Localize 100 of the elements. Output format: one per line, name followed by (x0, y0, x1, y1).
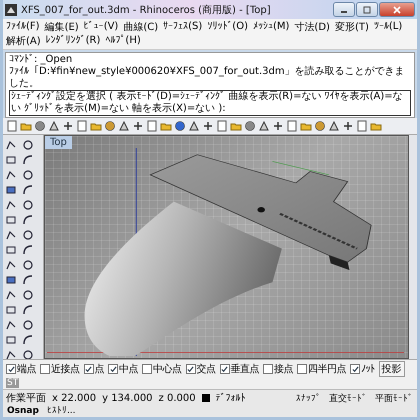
tool-icon[interactable] (22, 199, 34, 211)
command-prompt[interactable]: ｼｪｰﾃﾞｨﾝｸﾞ設定を選択 ( 表示ﾓｰﾄﾞ(D)=ｼｪｰﾃﾞｨﾝｸﾞ 曲線を表示(R)=ない ﾜｲﾔを表示(A)=ない ｸﾞﾘｯﾄﾞを表示(M)=ない 軸を表示(X)=ない ): (9, 90, 411, 116)
minimize-button[interactable] (333, 2, 355, 17)
tool-icon[interactable] (22, 289, 34, 301)
toolbar-icon[interactable] (202, 120, 214, 132)
toolbar-icon[interactable] (328, 120, 340, 132)
tool-icon[interactable] (5, 259, 17, 271)
status-toggle[interactable]: 平面ﾓｰﾄﾞ (374, 392, 414, 404)
toolbar-icon[interactable] (244, 120, 256, 132)
toolbar-icon[interactable] (62, 120, 74, 132)
tool-icon[interactable] (22, 184, 34, 196)
toolbar-icon[interactable] (272, 120, 284, 132)
menu-item[interactable]: 編集(E) (44, 20, 79, 34)
osnap-checkbox[interactable]: ﾉｯﾄ (350, 363, 374, 375)
toolbar-icon[interactable] (314, 120, 326, 132)
osnap-checkbox[interactable]: 四半円点 (297, 362, 346, 376)
menu-item[interactable]: ﾂｰﾙ(L) (374, 20, 402, 34)
layer-name[interactable]: ﾃﾞﾌｫﾙﾄ (216, 392, 246, 404)
toolbar-icon[interactable] (146, 120, 158, 132)
tool-icon[interactable] (5, 304, 17, 316)
tool-icon[interactable] (5, 334, 17, 346)
osnap-checkbox[interactable]: 近接点 (40, 362, 80, 376)
menu-item[interactable]: ﾍﾙﾌﾟ(H) (105, 34, 141, 48)
maximize-button[interactable] (356, 2, 378, 17)
toolbar-icon[interactable] (188, 120, 200, 132)
tool-icon[interactable] (5, 154, 17, 166)
toolbar-icon[interactable] (104, 120, 116, 132)
toolbar-icon[interactable] (34, 120, 46, 132)
menu-item[interactable]: 変形(T) (334, 20, 369, 34)
tool-icon[interactable] (5, 349, 17, 361)
toolbar-icon[interactable] (342, 120, 354, 132)
toolbar-icon[interactable] (48, 120, 60, 132)
osnap-checkbox[interactable]: 中点 (108, 362, 138, 376)
tool-icon[interactable] (22, 139, 34, 151)
tool-icon[interactable] (5, 229, 17, 241)
checkbox[interactable] (297, 364, 307, 374)
tool-icon[interactable] (22, 304, 34, 316)
tool-icon[interactable] (5, 169, 17, 181)
tool-icon[interactable] (5, 319, 17, 331)
osnap-checkbox[interactable]: 中心点 (142, 362, 182, 376)
checkbox[interactable] (108, 364, 118, 374)
checkbox[interactable] (350, 364, 360, 374)
tool-icon[interactable] (22, 169, 34, 181)
tool-icon[interactable] (5, 214, 17, 226)
status-toggle[interactable]: 直交ﾓｰﾄﾞ (328, 392, 368, 404)
projection-toggle[interactable]: 投影 (378, 361, 404, 377)
osnap-checkbox[interactable]: 端点 (6, 362, 36, 376)
tool-icon[interactable] (22, 259, 34, 271)
tool-icon[interactable] (22, 244, 34, 256)
y-coordinate: y 134.000 (102, 392, 153, 404)
checkbox[interactable] (6, 364, 16, 374)
status-toggle[interactable]: ﾋｽﾄﾘ... (46, 405, 77, 416)
tool-icon[interactable] (5, 184, 17, 196)
tool-icon[interactable] (22, 349, 34, 361)
tool-icon[interactable] (5, 199, 17, 211)
checkbox[interactable] (263, 364, 273, 374)
checkbox[interactable] (186, 364, 196, 374)
menu-item[interactable]: ﾒｯｼｭ(M) (252, 20, 290, 34)
toolbar-icon[interactable] (174, 120, 186, 132)
menu-item[interactable]: ﾋﾞｭｰ(V) (84, 20, 118, 34)
osnap-checkbox[interactable]: 接点 (263, 362, 293, 376)
tool-icon[interactable] (5, 289, 17, 301)
window-title: XFS_007_for_out.3dm - Rhinoceros (商用版) - [Top] (21, 4, 272, 16)
toolbar-icon[interactable] (258, 120, 270, 132)
close-button[interactable] (379, 2, 415, 17)
toolbar-icon[interactable] (118, 120, 130, 132)
tool-icon[interactable] (22, 334, 34, 346)
viewport-tab[interactable]: Top (45, 136, 72, 149)
menu-item[interactable]: 解析(A) (6, 34, 41, 48)
toolbar-icon[interactable] (286, 120, 298, 132)
toolbar-icon[interactable] (132, 120, 144, 132)
menu-item[interactable]: ｻｰﾌｪｽ(S) (163, 20, 202, 34)
tool-icon[interactable] (22, 214, 34, 226)
osnap-checkbox[interactable]: 交点 (186, 362, 216, 376)
checkbox[interactable] (142, 364, 152, 374)
layer-swatch (202, 394, 210, 402)
tool-icon[interactable] (5, 139, 17, 151)
tool-icon[interactable] (22, 274, 34, 286)
toolbar-icon[interactable] (356, 120, 368, 132)
tool-icon[interactable] (5, 274, 17, 286)
menu-item[interactable]: 曲線(C) (123, 20, 158, 34)
menu-item[interactable]: ｿﾘｯﾄﾞ(O) (207, 20, 248, 34)
toolbar-icon[interactable] (6, 120, 18, 132)
status-toggle[interactable]: ｽﾅｯﾌﾟ (295, 392, 322, 404)
osnap-checkbox[interactable]: 垂直点 (220, 362, 259, 376)
checkbox[interactable] (84, 364, 94, 374)
tool-icon[interactable] (22, 319, 34, 331)
menu-item[interactable]: 寸法(D) (294, 20, 330, 34)
toolbar-icon[interactable] (76, 120, 88, 132)
menu-item[interactable]: ﾌｧｲﾙ(F) (6, 20, 40, 34)
menu-item[interactable]: ﾚﾝﾀﾞﾘﾝｸﾞ(R) (46, 34, 100, 48)
status-toggle[interactable]: Osnap (6, 406, 40, 416)
checkbox[interactable] (220, 364, 230, 374)
checkbox[interactable] (40, 364, 50, 374)
tool-icon[interactable] (5, 244, 17, 256)
toolbar-icon[interactable] (216, 120, 228, 132)
tool-icon[interactable] (22, 154, 34, 166)
osnap-checkbox[interactable]: 点 (84, 362, 104, 376)
command-history-line: ﾌｧｲﾙ「D:¥fin¥new_style¥000620¥XFS_007_for_out.3dm」を読み取ることができました。 (9, 66, 406, 90)
tool-icon[interactable] (22, 229, 34, 241)
